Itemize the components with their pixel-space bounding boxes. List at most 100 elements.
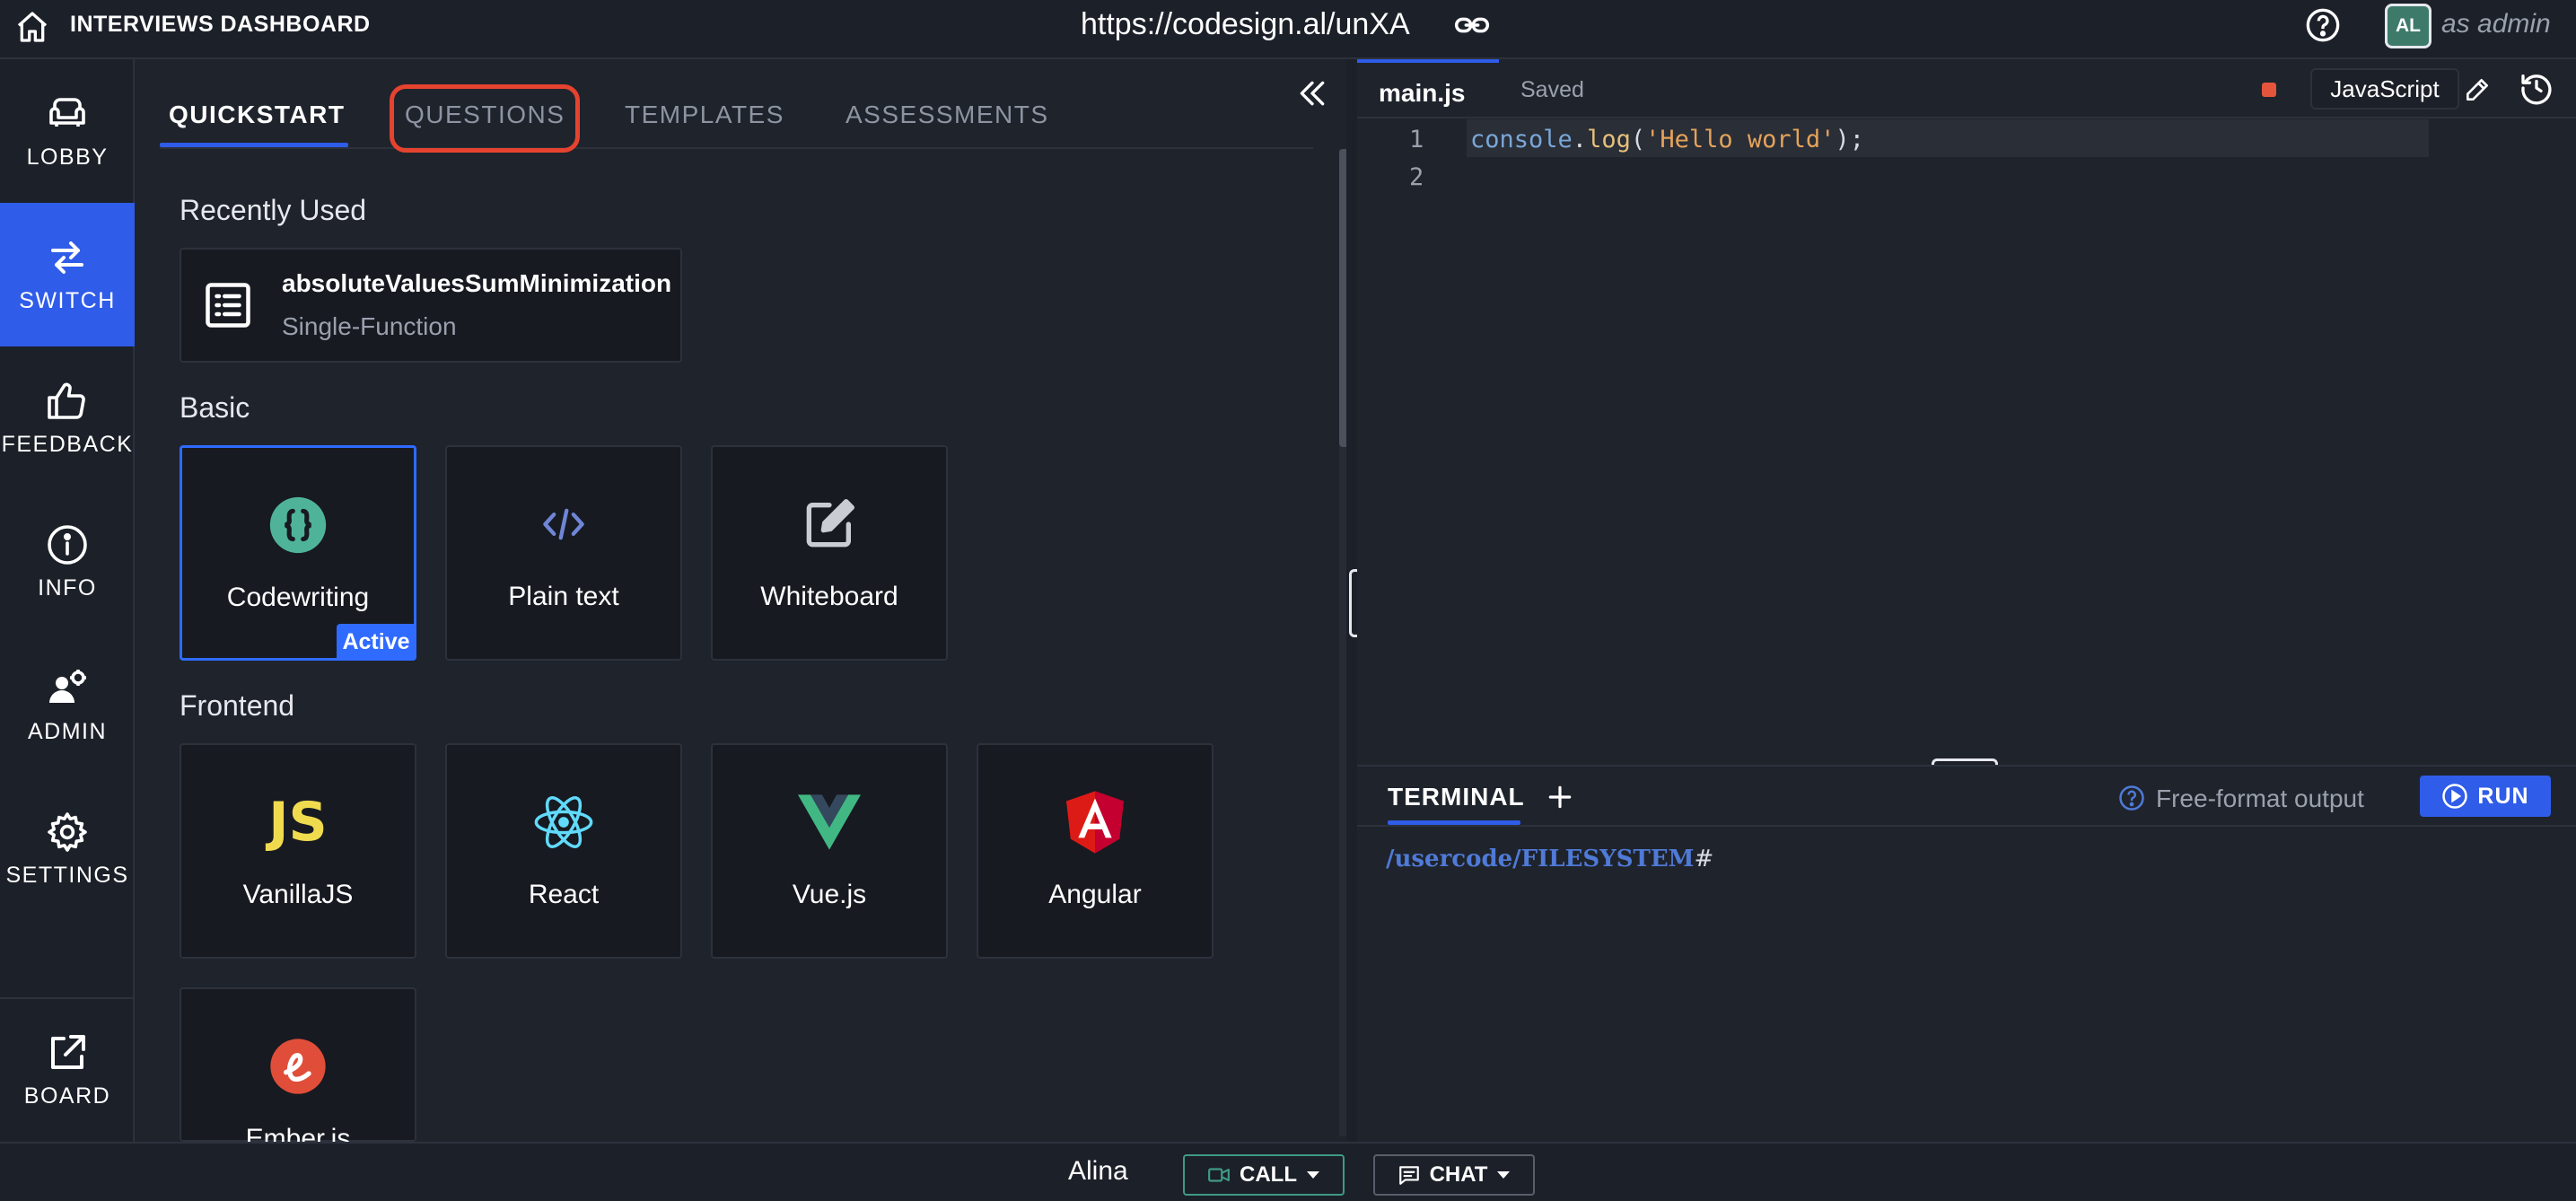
sidebar-item-admin[interactable]: ADMIN <box>0 634 135 777</box>
tab-terminal[interactable]: TERMINAL <box>1388 783 1525 811</box>
react-logo-icon <box>534 796 593 848</box>
angular-logo-icon <box>1066 791 1124 854</box>
section-frontend: Frontend <box>180 689 295 722</box>
card-label: Angular <box>1048 880 1142 909</box>
terminal-header-divider <box>1357 825 2576 827</box>
card-react[interactable]: React <box>445 743 682 959</box>
admin-gear-user-icon <box>49 669 86 703</box>
external-link-icon <box>51 1034 85 1069</box>
plus-icon[interactable] <box>1546 783 1574 811</box>
run-button[interactable]: RUN <box>2420 776 2551 817</box>
top-bar: INTERVIEWS DASHBOARD https://codesign.al… <box>0 0 2576 59</box>
sidebar-item-feedback[interactable]: FEEDBACK <box>0 346 135 490</box>
play-circle-icon <box>2442 784 2468 809</box>
card-angular[interactable]: Angular <box>977 743 1214 959</box>
link-icon[interactable] <box>1454 11 1490 39</box>
participant-name: Alina <box>1068 1156 1128 1186</box>
tab-quickstart[interactable]: QUICKSTART <box>169 101 345 129</box>
call-button-label: CALL <box>1240 1162 1297 1187</box>
card-vanillajs[interactable]: JS VanillaJS <box>180 743 416 959</box>
codewriting-icon <box>269 496 327 554</box>
sidebar-item-label: BOARD <box>23 1083 111 1109</box>
help-circle-icon[interactable] <box>2118 785 2145 811</box>
sidebar-item-label: ADMIN <box>27 718 108 744</box>
language-selector[interactable]: JavaScript <box>2310 68 2459 110</box>
sidebar-item-info[interactable]: INFO <box>0 490 135 634</box>
sidebar-item-board[interactable]: BOARD <box>0 998 135 1142</box>
code-token-dot: . <box>1572 126 1588 153</box>
code-token-paren: ( <box>1630 126 1646 153</box>
vue-logo-icon <box>798 794 861 850</box>
card-label: React <box>528 880 600 909</box>
chevron-down-icon <box>1306 1171 1319 1179</box>
code-token-object: console <box>1470 126 1573 153</box>
card-vuejs[interactable]: Vue.js <box>711 743 948 959</box>
card-whiteboard[interactable]: Whiteboard <box>711 445 948 661</box>
sidebar-item-label: SWITCH <box>19 287 116 313</box>
card-codewriting[interactable]: Codewriting Active <box>180 445 416 661</box>
edit-square-icon <box>806 499 854 548</box>
recent-question-type: Single-Function <box>282 312 457 340</box>
editor-header-divider <box>1357 117 2576 118</box>
collapse-panel-icon[interactable] <box>1294 75 1330 111</box>
dashboard-title[interactable]: INTERVIEWS DASHBOARD <box>70 12 371 38</box>
sidebar-item-label: INFO <box>38 574 97 600</box>
prompt-path: /usercode/FILESYSTEM <box>1386 846 1695 872</box>
code-token-function: log <box>1587 126 1631 153</box>
pencil-icon[interactable] <box>2463 75 2492 104</box>
recent-question-card[interactable]: absoluteValuesSumMinimization Single-Fun… <box>180 248 682 363</box>
sofa-icon <box>49 97 85 127</box>
file-tab-main-js[interactable]: main.js <box>1357 59 1499 117</box>
sidebar-item-label: LOBBY <box>26 144 109 170</box>
tab-assessments[interactable]: ASSESSMENTS <box>846 101 1049 129</box>
code-token-string: 'Hello world' <box>1645 126 1836 153</box>
chevron-down-icon <box>1497 1171 1511 1179</box>
chat-bubble-icon <box>1398 1166 1419 1185</box>
sidebar-item-lobby[interactable]: LOBBY <box>0 59 135 203</box>
chat-button[interactable]: CHAT <box>1373 1154 1535 1196</box>
document-list-icon <box>206 283 250 328</box>
sidebar-item-switch[interactable]: SWITCH <box>0 203 135 346</box>
video-camera-icon <box>1208 1168 1230 1182</box>
card-label: Whiteboard <box>760 582 898 611</box>
code-tag-icon <box>543 508 584 540</box>
sidebar-item-label: FEEDBACK <box>1 431 134 457</box>
file-name: main.js <box>1379 79 1466 107</box>
history-icon[interactable] <box>2519 70 2554 106</box>
session-url[interactable]: https://codesign.al/unXA <box>1081 7 1410 42</box>
gear-icon <box>48 811 87 852</box>
card-label: Codewriting <box>226 583 370 612</box>
home-icon[interactable] <box>14 9 50 45</box>
code-line-1[interactable]: console.log('Hello world'); <box>1470 126 1864 153</box>
card-plain-text[interactable]: Plain text <box>445 445 682 661</box>
tabs-divider <box>160 147 1313 149</box>
sidebar: LOBBY SWITCH FEEDBACK INFO ADMIN SETTING… <box>0 59 135 1142</box>
recent-question-title: absoluteValuesSumMinimization <box>282 269 672 297</box>
card-emberjs[interactable]: Ember.js <box>180 987 416 1153</box>
bottom-bar: Alina CALL CHAT <box>0 1142 2576 1201</box>
active-badge: Active <box>337 624 416 660</box>
section-basic: Basic <box>180 391 250 424</box>
card-label: Vue.js <box>792 880 867 909</box>
avatar[interactable]: AL <box>2385 4 2431 48</box>
call-button[interactable]: CALL <box>1183 1154 1345 1196</box>
sidebar-item-settings[interactable]: SETTINGS <box>0 777 135 921</box>
user-role: as admin <box>2441 9 2551 39</box>
tab-templates[interactable]: TEMPLATES <box>625 101 784 129</box>
recording-status-indicator <box>2262 83 2276 97</box>
code-token-close: ); <box>1835 126 1864 153</box>
prompt-symbol: # <box>1694 846 1714 872</box>
card-label: Plain text <box>508 582 619 611</box>
free-format-output-label[interactable]: Free-format output <box>2156 785 2364 813</box>
ember-logo-icon <box>270 1039 326 1094</box>
code-editor: main.js Saved JavaScript 1 2 console.log… <box>1357 59 2576 763</box>
line-number: 2 <box>1409 163 1424 191</box>
info-icon <box>48 524 87 565</box>
run-button-label: RUN <box>2477 783 2529 809</box>
quickstart-panel: QUICKSTART QUESTIONS TEMPLATES ASSESSMEN… <box>136 59 1352 1153</box>
switch-arrows-icon <box>51 241 83 274</box>
card-label: VanillaJS <box>242 880 354 909</box>
terminal-prompt[interactable]: /usercode/FILESYSTEM# <box>1386 846 1713 872</box>
help-icon[interactable] <box>2305 7 2341 43</box>
line-number: 1 <box>1409 126 1424 153</box>
